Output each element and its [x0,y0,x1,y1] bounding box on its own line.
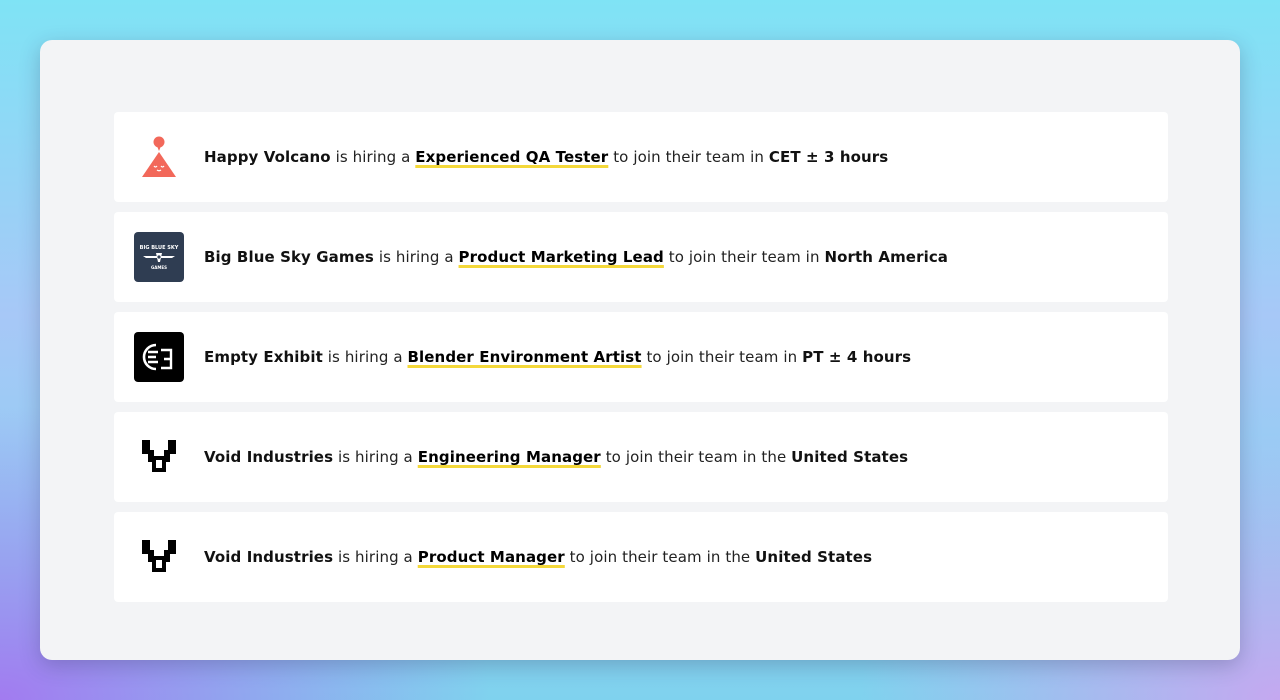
empty-exhibit-icon [142,343,173,371]
job-row-void-industries-product[interactable]: Void Industries is hiring a Product Mana… [114,512,1168,602]
airplane-icon: BIG BLUE SKY GAMES [140,245,179,270]
job-row-void-industries-engineering[interactable]: Void Industries is hiring a Engineering … [114,412,1168,502]
void-industries-logo [134,432,184,482]
job-row-big-blue-sky-games[interactable]: BIG BLUE SKY GAMES Big Blue Sky Games is… [114,212,1168,302]
job-title-link[interactable]: Experienced QA Tester [415,148,608,166]
job-title-link[interactable]: Engineering Manager [418,448,601,466]
connector-text: to join their team in [613,148,764,166]
connector-text: is hiring a [338,548,413,566]
job-listings-panel: Happy Volcano is hiring a Experienced QA… [40,40,1240,660]
job-row-happy-volcano[interactable]: Happy Volcano is hiring a Experienced QA… [114,112,1168,202]
void-industries-logo [134,532,184,582]
connector-text: is hiring a [335,148,411,166]
job-description: Big Blue Sky Games is hiring a Product M… [204,248,948,266]
connector-text: is hiring a [327,348,403,366]
job-location: North America [824,248,949,266]
connector-text: to join their team in [668,248,820,266]
job-description: Empty Exhibit is hiring a Blender Enviro… [204,348,911,366]
company-name[interactable]: Empty Exhibit [204,348,323,366]
void-v-icon [142,540,176,572]
connector-text: to join their team in [646,348,798,366]
connector-text: to join their team in [605,448,757,466]
job-description: Void Industries is hiring a Engineering … [204,448,908,466]
company-name[interactable]: Big Blue Sky Games [204,248,374,266]
void-v-icon [142,440,176,472]
job-description: Void Industries is hiring a Product Mana… [204,548,872,566]
happy-volcano-logo [134,132,184,182]
job-title-link[interactable]: Product Marketing Lead [459,248,664,266]
job-title-link[interactable]: Blender Environment Artist [408,348,642,366]
connector-text: is hiring a [338,448,413,466]
company-name[interactable]: Void Industries [204,448,333,466]
company-name[interactable]: Void Industries [204,548,333,566]
job-location: PT ± 4 hours [802,348,912,366]
volcano-icon [142,136,176,177]
company-name[interactable]: Happy Volcano [204,148,331,166]
job-list: Happy Volcano is hiring a Experienced QA… [114,112,1168,612]
job-location: United States [791,448,909,466]
connector-text: is hiring a [378,248,454,266]
logo-text-top: BIG BLUE SKY [140,245,179,251]
job-location: United States [755,548,873,566]
connector-text: to join their team in [569,548,721,566]
location-prefix: the [725,548,751,566]
big-blue-sky-logo: BIG BLUE SKY GAMES [134,232,184,282]
job-row-empty-exhibit[interactable]: Empty Exhibit is hiring a Blender Enviro… [114,312,1168,402]
job-location: CET ± 3 hours [768,148,889,166]
empty-exhibit-logo [134,332,184,382]
job-description: Happy Volcano is hiring a Experienced QA… [204,148,888,166]
logo-text-bottom: GAMES [151,265,167,270]
location-prefix: the [761,448,787,466]
job-title-link[interactable]: Product Manager [418,548,565,566]
